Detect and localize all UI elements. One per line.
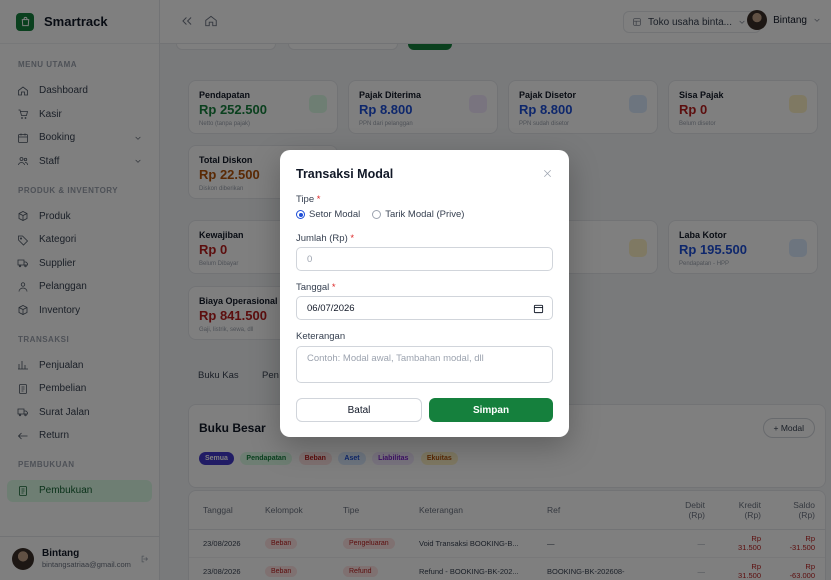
tanggal-label-text: Tanggal xyxy=(296,282,330,293)
keterangan-textarea[interactable]: Contoh: Modal awal, Tambahan modal, dll xyxy=(296,346,553,383)
required-mark: * xyxy=(331,282,336,293)
calendar-icon[interactable] xyxy=(533,303,544,314)
cancel-button[interactable]: Batal xyxy=(296,398,422,422)
save-button[interactable]: Simpan xyxy=(429,398,553,422)
transaksi-modal-dialog: Transaksi Modal Tipe * Setor Modal Tarik… xyxy=(280,150,569,437)
tanggal-value: 06/07/2026 xyxy=(307,302,355,314)
tanggal-label: Tanggal * xyxy=(296,282,336,293)
radio-label-setor: Setor Modal xyxy=(309,209,361,220)
jumlah-label-text: Jumlah (Rp) xyxy=(296,233,348,244)
jumlah-label: Jumlah (Rp) * xyxy=(296,233,354,244)
keterangan-label: Keterangan xyxy=(296,331,346,342)
tipe-label: Tipe * xyxy=(296,194,320,205)
modal-title: Transaksi Modal xyxy=(296,167,394,181)
required-mark: * xyxy=(316,194,321,205)
radio-label-tarik: Tarik Modal (Prive) xyxy=(385,209,465,220)
tipe-radio-group: Setor Modal Tarik Modal (Prive) xyxy=(296,209,464,220)
required-mark: * xyxy=(350,233,355,244)
tipe-label-text: Tipe xyxy=(296,194,315,205)
tanggal-input[interactable]: 06/07/2026 xyxy=(296,296,553,320)
close-icon[interactable] xyxy=(542,168,553,179)
jumlah-input[interactable]: 0 xyxy=(296,247,553,271)
radio-setor-modal[interactable] xyxy=(296,210,305,219)
radio-tarik-modal[interactable] xyxy=(372,210,382,219)
